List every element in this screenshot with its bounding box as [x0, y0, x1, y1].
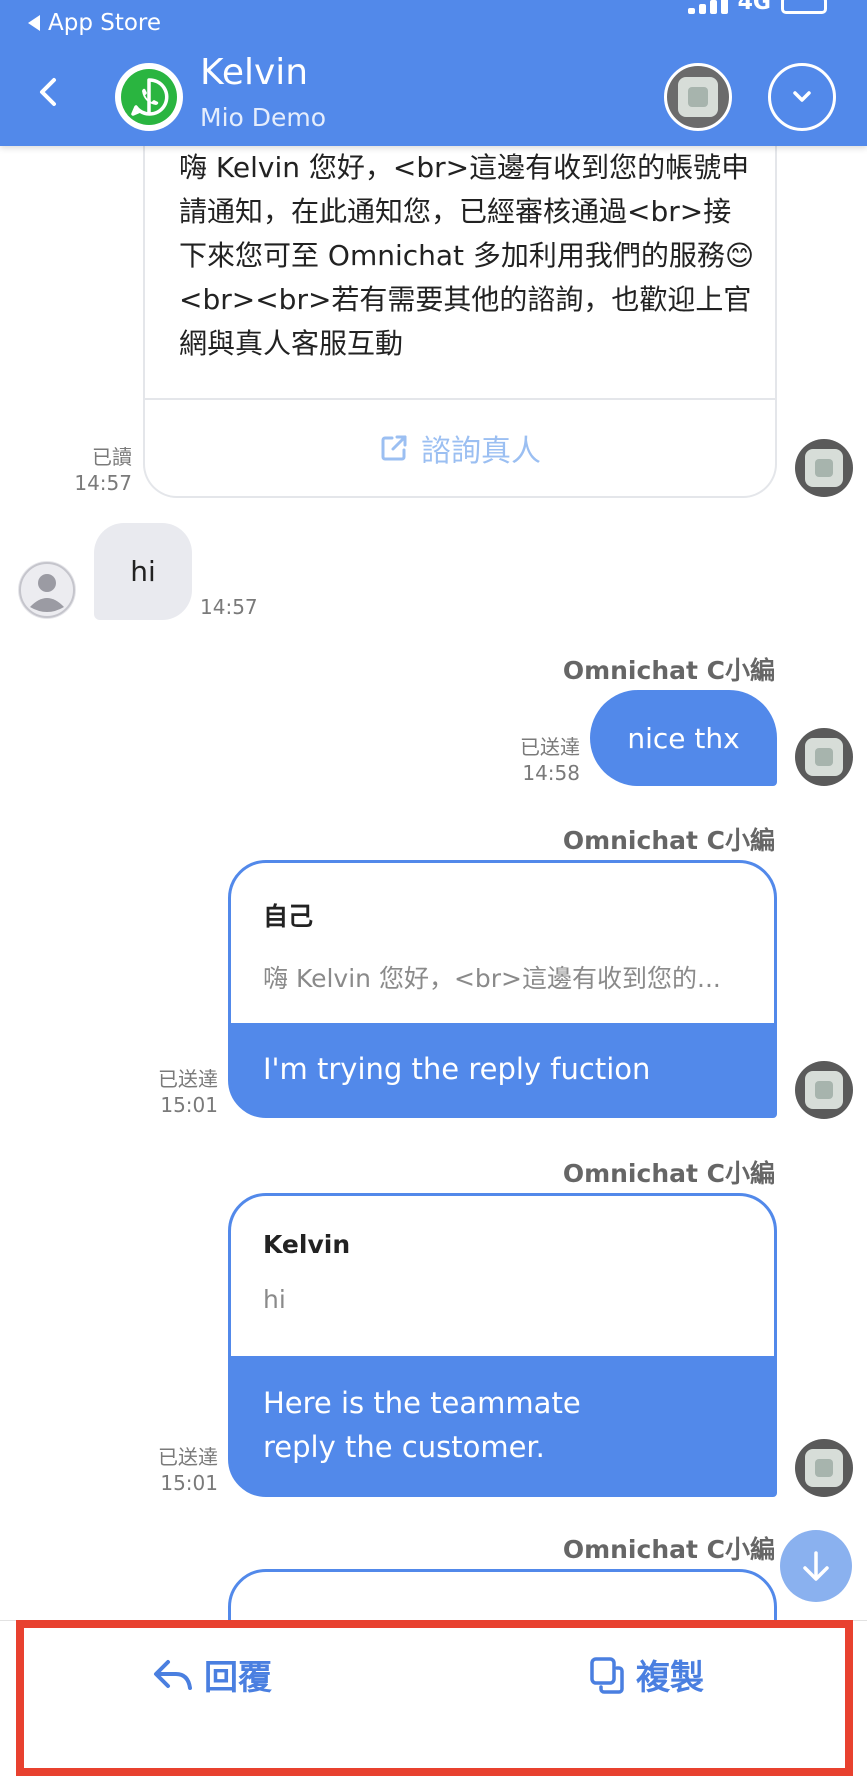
- scroll-to-bottom-button[interactable]: [780, 1530, 852, 1602]
- customer-message-text: hi: [130, 555, 156, 588]
- chevron-down-icon: [793, 91, 811, 102]
- reply-message-bubble[interactable]: 自己 嗨 Kelvin 您好，<br>這邊有收到您的... I'm trying…: [228, 860, 777, 1118]
- status-back-to-app[interactable]: App Store: [28, 10, 161, 36]
- header-menu-button[interactable]: [768, 63, 836, 131]
- quoted-text: hi: [263, 1285, 286, 1314]
- sender-name: Omnichat C小編: [562, 1159, 775, 1188]
- channel-badge: [115, 63, 183, 131]
- reply-meta: 已送達 15:01: [140, 1066, 218, 1118]
- reply-meta: 已送達 15:01: [140, 1444, 218, 1496]
- agent-avatar[interactable]: [664, 63, 732, 131]
- message-time: 15:01: [160, 1093, 218, 1117]
- copy-action-button[interactable]: 複製: [588, 1650, 704, 1699]
- delivery-status: 已送達: [158, 1067, 218, 1091]
- quoted-sender: Kelvin: [263, 1230, 351, 1259]
- customer-message-time: 14:57: [200, 595, 258, 619]
- agent-avatar: [795, 1061, 853, 1119]
- back-button[interactable]: [32, 72, 68, 112]
- bot-avatar: [795, 439, 853, 497]
- agent-message-text: nice thx: [627, 721, 740, 755]
- message-time: 14:58: [522, 761, 580, 785]
- reply-action-label: 回覆: [204, 1658, 272, 1698]
- battery-icon: [781, 0, 827, 14]
- network-type: 4G: [737, 0, 771, 15]
- message-action-bar: [0, 1620, 867, 1788]
- quoted-message[interactable]: 自己 嗨 Kelvin 您好，<br>這邊有收到您的...: [231, 863, 774, 1023]
- copy-icon: [590, 1656, 624, 1694]
- arrow-down-icon: [803, 1551, 829, 1581]
- agent-avatar: [795, 1439, 853, 1497]
- consult-human-label: 諮詢真人: [421, 434, 541, 469]
- contact-name: Kelvin: [200, 52, 309, 93]
- quoted-message[interactable]: Kelvin hi: [231, 1196, 774, 1356]
- copy-action-label: 複製: [636, 1658, 704, 1698]
- channel-name: Mio Demo: [200, 103, 327, 132]
- signal-icon: [687, 0, 728, 14]
- message-time: 15:01: [160, 1471, 218, 1495]
- status-back-label: App Store: [48, 10, 162, 36]
- delivery-status: 已送達: [158, 1445, 218, 1469]
- agent-message-bubble[interactable]: nice thx: [590, 690, 777, 786]
- quoted-sender: 自己: [263, 902, 314, 931]
- external-link-icon: [381, 435, 407, 461]
- quoted-text: 嗨 Kelvin 您好，<br>這邊有收到您的...: [263, 964, 721, 993]
- reply-text: I'm trying the reply fuction: [263, 1052, 651, 1086]
- reply-message-bubble[interactable]: Kelvin hi Here is the teammate reply the…: [228, 1193, 777, 1497]
- back-triangle-icon: [28, 15, 40, 31]
- reply-action-button[interactable]: 回覆: [152, 1650, 272, 1699]
- reply-icon: [154, 1659, 192, 1690]
- chevron-left-icon: [40, 78, 56, 106]
- reply-text: Here is the teammate reply the customer.: [263, 1386, 581, 1464]
- delivery-status: 已送達: [520, 735, 580, 759]
- bot-message-meta: 已讀 14:57: [60, 444, 132, 496]
- read-status: 已讀: [92, 445, 132, 469]
- chat-header: App Store 4G Kelvin Mio Demo: [0, 0, 867, 146]
- user-icon: [19, 562, 75, 618]
- customer-message-bubble[interactable]: hi: [94, 523, 192, 620]
- whatsapp-icon: [121, 69, 177, 125]
- consult-human-button[interactable]: 諮詢真人: [145, 400, 775, 496]
- agent-avatar: [795, 728, 853, 786]
- message-time: 14:57: [74, 471, 132, 495]
- agent-message-meta: 已送達 14:58: [500, 734, 580, 786]
- sender-name: Omnichat C小編: [562, 656, 775, 685]
- bot-message-text: 嗨 Kelvin 您好，<br>這邊有收到您的帳號申請通知，在此通知您，已經審核…: [179, 151, 755, 360]
- status-indicators: 4G: [687, 0, 827, 15]
- bot-message-card: 嗨 Kelvin 您好，<br>這邊有收到您的帳號申請通知，在此通知您，已經審核…: [143, 120, 777, 498]
- customer-avatar: [18, 561, 76, 619]
- sender-name: Omnichat C小編: [562, 826, 775, 855]
- sender-name: Omnichat C小編: [562, 1535, 775, 1564]
